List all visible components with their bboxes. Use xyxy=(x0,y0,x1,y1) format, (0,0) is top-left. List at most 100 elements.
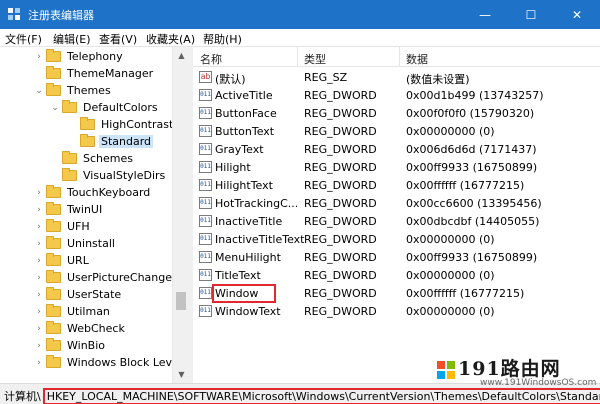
menu-file[interactable]: 文件(F) xyxy=(5,31,42,47)
value-row-window-highlighted[interactable]: 011 Window REG_DWORD 0x00ffffff (1677721… xyxy=(193,284,600,303)
value-data: (数值未设置) xyxy=(406,73,470,86)
tree-item-label: Schemes xyxy=(83,152,133,165)
value-data: 0x00f0f0f0 (15790320) xyxy=(406,107,535,120)
binary-value-icon: 011 xyxy=(199,251,212,263)
folder-icon xyxy=(46,202,61,215)
expand-arrow-icon xyxy=(34,65,44,82)
expand-arrow-icon[interactable]: › xyxy=(34,354,44,371)
tree-item-userstate[interactable]: › UserState xyxy=(34,286,123,303)
minimize-button[interactable]: — xyxy=(462,0,508,29)
value-row[interactable]: 011 TitleText REG_DWORD 0x00000000 (0) xyxy=(193,266,600,284)
expand-arrow-icon[interactable]: › xyxy=(34,235,44,252)
expand-arrow-icon[interactable]: › xyxy=(34,337,44,354)
tree-item-label: Windows Block Level xyxy=(67,356,182,369)
tree-item-winbio[interactable]: › WinBio xyxy=(34,337,107,354)
tree-item-label: DefaultColors xyxy=(83,101,158,114)
value-data: 0x00ffffff (16777215) xyxy=(406,287,525,300)
value-row[interactable]: 011 InactiveTitleText REG_DWORD 0x000000… xyxy=(193,230,600,248)
scroll-down-arrow-icon[interactable]: ▼ xyxy=(173,366,190,383)
value-name: (默认) xyxy=(215,73,246,86)
column-divider[interactable] xyxy=(297,47,298,67)
tree-item-standard[interactable]: Standard xyxy=(68,133,154,150)
value-type: REG_DWORD xyxy=(304,125,377,138)
expand-arrow-icon[interactable]: › xyxy=(34,286,44,303)
tree-item-telephony[interactable]: › Telephony xyxy=(34,48,125,65)
tree-item-uninstall[interactable]: › Uninstall xyxy=(34,235,117,252)
tree-item-url[interactable]: › URL xyxy=(34,252,91,269)
menu-view[interactable]: 查看(V) xyxy=(99,31,137,47)
binary-value-icon: 011 xyxy=(199,107,212,119)
expand-arrow-icon[interactable]: › xyxy=(34,320,44,337)
column-header-type[interactable]: 类型 xyxy=(304,51,326,67)
collapse-arrow-icon[interactable]: ⌄ xyxy=(34,82,44,99)
expand-arrow-icon[interactable]: › xyxy=(34,303,44,320)
tree-item-webcheck[interactable]: › WebCheck xyxy=(34,320,127,337)
registry-key-tree[interactable]: › Telephony ThemeManager ⌄ Themes ⌄ Defa… xyxy=(0,47,189,383)
expand-arrow-icon[interactable]: › xyxy=(34,269,44,286)
menu-edit[interactable]: 编辑(E) xyxy=(53,31,91,47)
status-bar: 计算机\ HKEY_LOCAL_MACHINE\SOFTWARE\Microsof… xyxy=(0,383,600,404)
value-row[interactable]: 011 GrayText REG_DWORD 0x006d6d6d (71714… xyxy=(193,140,600,158)
expand-arrow-icon[interactable]: › xyxy=(34,48,44,65)
maximize-button[interactable]: ☐ xyxy=(508,0,554,29)
value-row[interactable]: 011 ButtonText REG_DWORD 0x00000000 (0) xyxy=(193,122,600,140)
tree-item-visualstyledirs[interactable]: VisualStyleDirs xyxy=(50,167,167,184)
value-row[interactable]: 011 WindowText REG_DWORD 0x00000000 (0) xyxy=(193,302,600,320)
value-row[interactable]: 011 ButtonFace REG_DWORD 0x00f0f0f0 (157… xyxy=(193,104,600,122)
registry-path-text: HKEY_LOCAL_MACHINE\SOFTWARE\Microsoft\Wi… xyxy=(42,388,600,404)
tree-item-ufh[interactable]: › UFH xyxy=(34,218,92,235)
collapse-arrow-icon[interactable]: ⌄ xyxy=(50,99,60,116)
tree-item-defaultcolors[interactable]: ⌄ DefaultColors xyxy=(50,99,160,116)
registry-values-list[interactable]: 名称 类型 数据 ab (默认) REG_SZ (数值未设置) 011 Acti… xyxy=(193,47,600,383)
menu-help[interactable]: 帮助(H) xyxy=(203,31,242,47)
tree-item-schemes[interactable]: Schemes xyxy=(50,150,135,167)
value-row[interactable]: 011 HilightText REG_DWORD 0x00ffffff (16… xyxy=(193,176,600,194)
value-name: InactiveTitleText xyxy=(215,233,305,246)
folder-icon xyxy=(46,66,61,79)
tree-item-windows-block-level[interactable]: › Windows Block Level xyxy=(34,354,184,371)
expand-arrow-icon[interactable]: › xyxy=(34,218,44,235)
value-row[interactable]: 011 Hilight REG_DWORD 0x00ff9933 (167508… xyxy=(193,158,600,176)
tree-item-themes[interactable]: ⌄ Themes xyxy=(34,82,113,99)
menu-bar: 文件(F) 编辑(E) 查看(V) 收藏夹(A) 帮助(H) xyxy=(0,29,600,47)
value-row[interactable]: 011 InactiveTitle REG_DWORD 0x00dbcdbf (… xyxy=(193,212,600,230)
column-header-data[interactable]: 数据 xyxy=(406,51,428,67)
tree-item-label: TwinUI xyxy=(67,203,103,216)
tree-item-twinui[interactable]: › TwinUI xyxy=(34,201,104,218)
expand-arrow-icon[interactable]: › xyxy=(34,184,44,201)
tree-item-label: WebCheck xyxy=(67,322,125,335)
tree-item-thememanager[interactable]: ThemeManager xyxy=(34,65,155,82)
tree-item-utilman[interactable]: › Utilman xyxy=(34,303,112,320)
expand-arrow-icon xyxy=(50,167,60,184)
value-type: REG_DWORD xyxy=(304,305,377,318)
value-type: REG_DWORD xyxy=(304,287,377,300)
value-row[interactable]: 011 HotTrackingC... REG_DWORD 0x00cc6600… xyxy=(193,194,600,212)
value-type: REG_DWORD xyxy=(304,89,377,102)
value-data: 0x00d1b499 (13743257) xyxy=(406,89,544,102)
tree-item-touchkeyboard[interactable]: › TouchKeyboard xyxy=(34,184,152,201)
expand-arrow-icon[interactable]: › xyxy=(34,252,44,269)
menu-favorites[interactable]: 收藏夹(A) xyxy=(146,31,195,47)
binary-value-icon: 011 xyxy=(199,143,212,155)
tree-item-label: Telephony xyxy=(67,50,123,63)
tree-item-label: UserState xyxy=(67,288,122,301)
tree-item-label: URL xyxy=(67,254,89,267)
value-row[interactable]: 011 MenuHilight REG_DWORD 0x00ff9933 (16… xyxy=(193,248,600,266)
registry-path[interactable]: 计算机\ HKEY_LOCAL_MACHINE\SOFTWARE\Microsof… xyxy=(4,388,600,404)
status-label: 计算机\ xyxy=(4,390,41,403)
scroll-up-arrow-icon[interactable]: ▲ xyxy=(173,47,190,64)
column-header-name[interactable]: 名称 xyxy=(200,51,222,67)
column-divider[interactable] xyxy=(399,47,400,67)
expand-arrow-icon[interactable]: › xyxy=(34,201,44,218)
value-row[interactable]: ab (默认) REG_SZ (数值未设置) xyxy=(193,68,600,86)
folder-icon xyxy=(80,134,95,147)
tree-item-highcontrast[interactable]: HighContrast xyxy=(68,116,175,133)
binary-value-icon: 011 xyxy=(199,89,212,101)
close-button[interactable]: ✕ xyxy=(554,0,600,29)
scrollbar-thumb[interactable] xyxy=(176,292,186,310)
tree-item-userpicturechange[interactable]: › UserPictureChange xyxy=(34,269,174,286)
value-type: REG_DWORD xyxy=(304,179,377,192)
value-type: REG_DWORD xyxy=(304,197,377,210)
tree-scrollbar[interactable]: ▲ ▼ xyxy=(172,47,189,383)
value-row[interactable]: 011 ActiveTitle REG_DWORD 0x00d1b499 (13… xyxy=(193,86,600,104)
